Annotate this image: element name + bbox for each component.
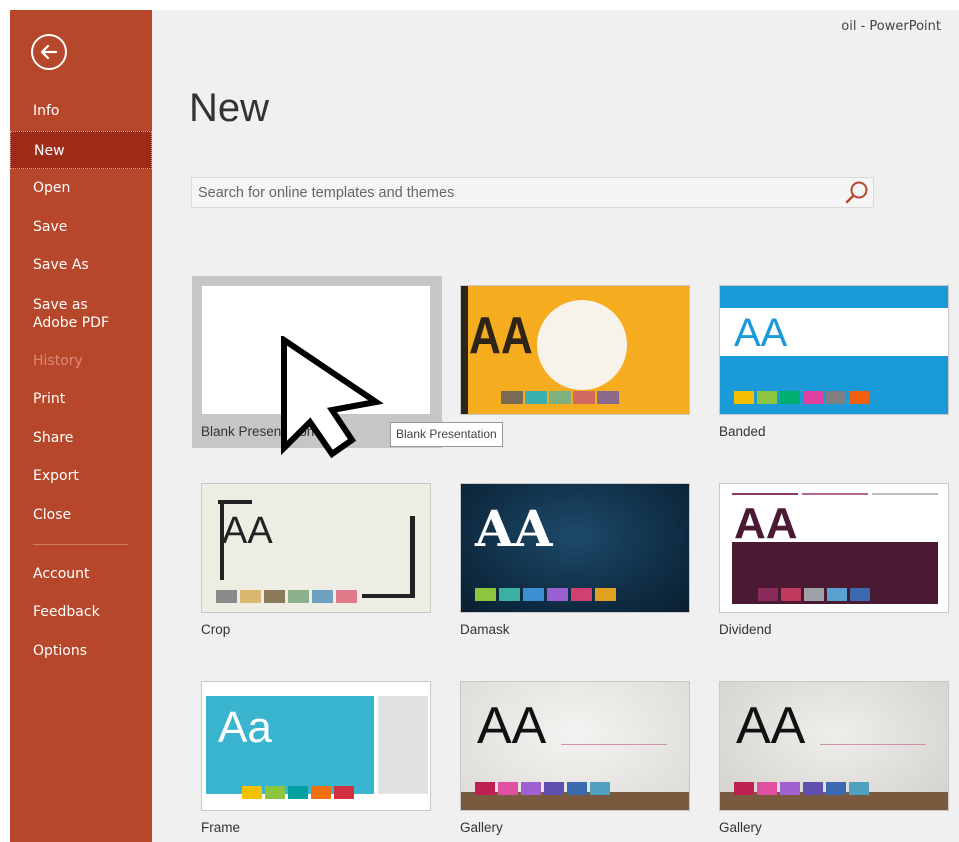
nav-save-as-adobe-pdf[interactable]: Save as Adobe PDF — [10, 292, 130, 336]
template-crop[interactable]: AA Crop — [192, 474, 442, 646]
search-icon[interactable] — [843, 179, 871, 207]
nav-share[interactable]: Share — [10, 419, 152, 457]
template-label: Dividend — [719, 622, 772, 637]
template-aa-text: AA — [734, 499, 798, 548]
sidebar-divider — [33, 544, 128, 545]
nav-close[interactable]: Close — [10, 496, 152, 534]
template-thumbnail: AA — [201, 483, 431, 613]
template-label: Banded — [719, 424, 766, 439]
template-gallery-1[interactable]: AA Gallery — [451, 672, 701, 842]
template-thumbnail: AA — [460, 681, 690, 811]
search-input[interactable] — [198, 178, 828, 207]
template-label: Crop — [201, 622, 231, 637]
template-frame[interactable]: Aa Frame — [192, 672, 442, 842]
template-aa-text: AA — [736, 697, 806, 755]
template-thumbnail: Aa — [201, 681, 431, 811]
template-aa-text: AA — [734, 311, 788, 355]
template-label: Gallery — [719, 820, 762, 835]
nav-save-as[interactable]: Save As — [10, 246, 152, 284]
template-damask[interactable]: AA Damask — [451, 474, 701, 646]
nav-export[interactable]: Export — [10, 457, 152, 495]
template-thumbnail: AA — [460, 285, 690, 415]
page-title: New — [189, 86, 270, 130]
template-label: Frame — [201, 820, 241, 835]
nav-print[interactable]: Print — [10, 380, 152, 418]
nav-open[interactable]: Open — [10, 169, 152, 207]
template-thumbnail: AA — [719, 285, 949, 415]
template-thumbnail: AA — [460, 483, 690, 613]
template-label: Gallery — [460, 820, 503, 835]
template-thumbnail: AA — [719, 681, 949, 811]
back-button[interactable] — [31, 34, 67, 70]
backstage-sidebar: Info New Open Save Save As Save as Adobe… — [10, 10, 152, 842]
template-dividend[interactable]: AA Dividend — [710, 474, 959, 646]
template-aa-text: AA — [469, 307, 533, 365]
template-label: Damask — [460, 622, 510, 637]
template-aa-text: Aa — [218, 703, 272, 752]
nav-info[interactable]: Info — [10, 92, 152, 130]
mouse-cursor-icon — [281, 336, 384, 459]
window-title: oil - PowerPoint — [841, 19, 941, 34]
template-thumbnail: AA — [719, 483, 949, 613]
nav-save[interactable]: Save — [10, 208, 152, 246]
template-aa-text: AA — [475, 499, 553, 558]
tooltip: Blank Presentation — [390, 422, 503, 447]
template-banded[interactable]: AA Banded — [710, 276, 959, 448]
nav-history: History — [33, 353, 83, 369]
nav-options[interactable]: Options — [10, 632, 152, 670]
back-arrow-icon — [40, 44, 58, 60]
powerpoint-backstage: Info New Open Save Save As Save as Adobe… — [10, 10, 959, 842]
template-search-box — [191, 177, 874, 208]
nav-account[interactable]: Account — [10, 555, 152, 593]
nav-feedback[interactable]: Feedback — [10, 593, 152, 631]
template-aa-text: AA — [477, 697, 547, 755]
template-gallery-2[interactable]: AA Gallery — [710, 672, 959, 842]
template-aa-text: AA — [222, 510, 273, 552]
nav-new[interactable]: New — [10, 131, 152, 169]
